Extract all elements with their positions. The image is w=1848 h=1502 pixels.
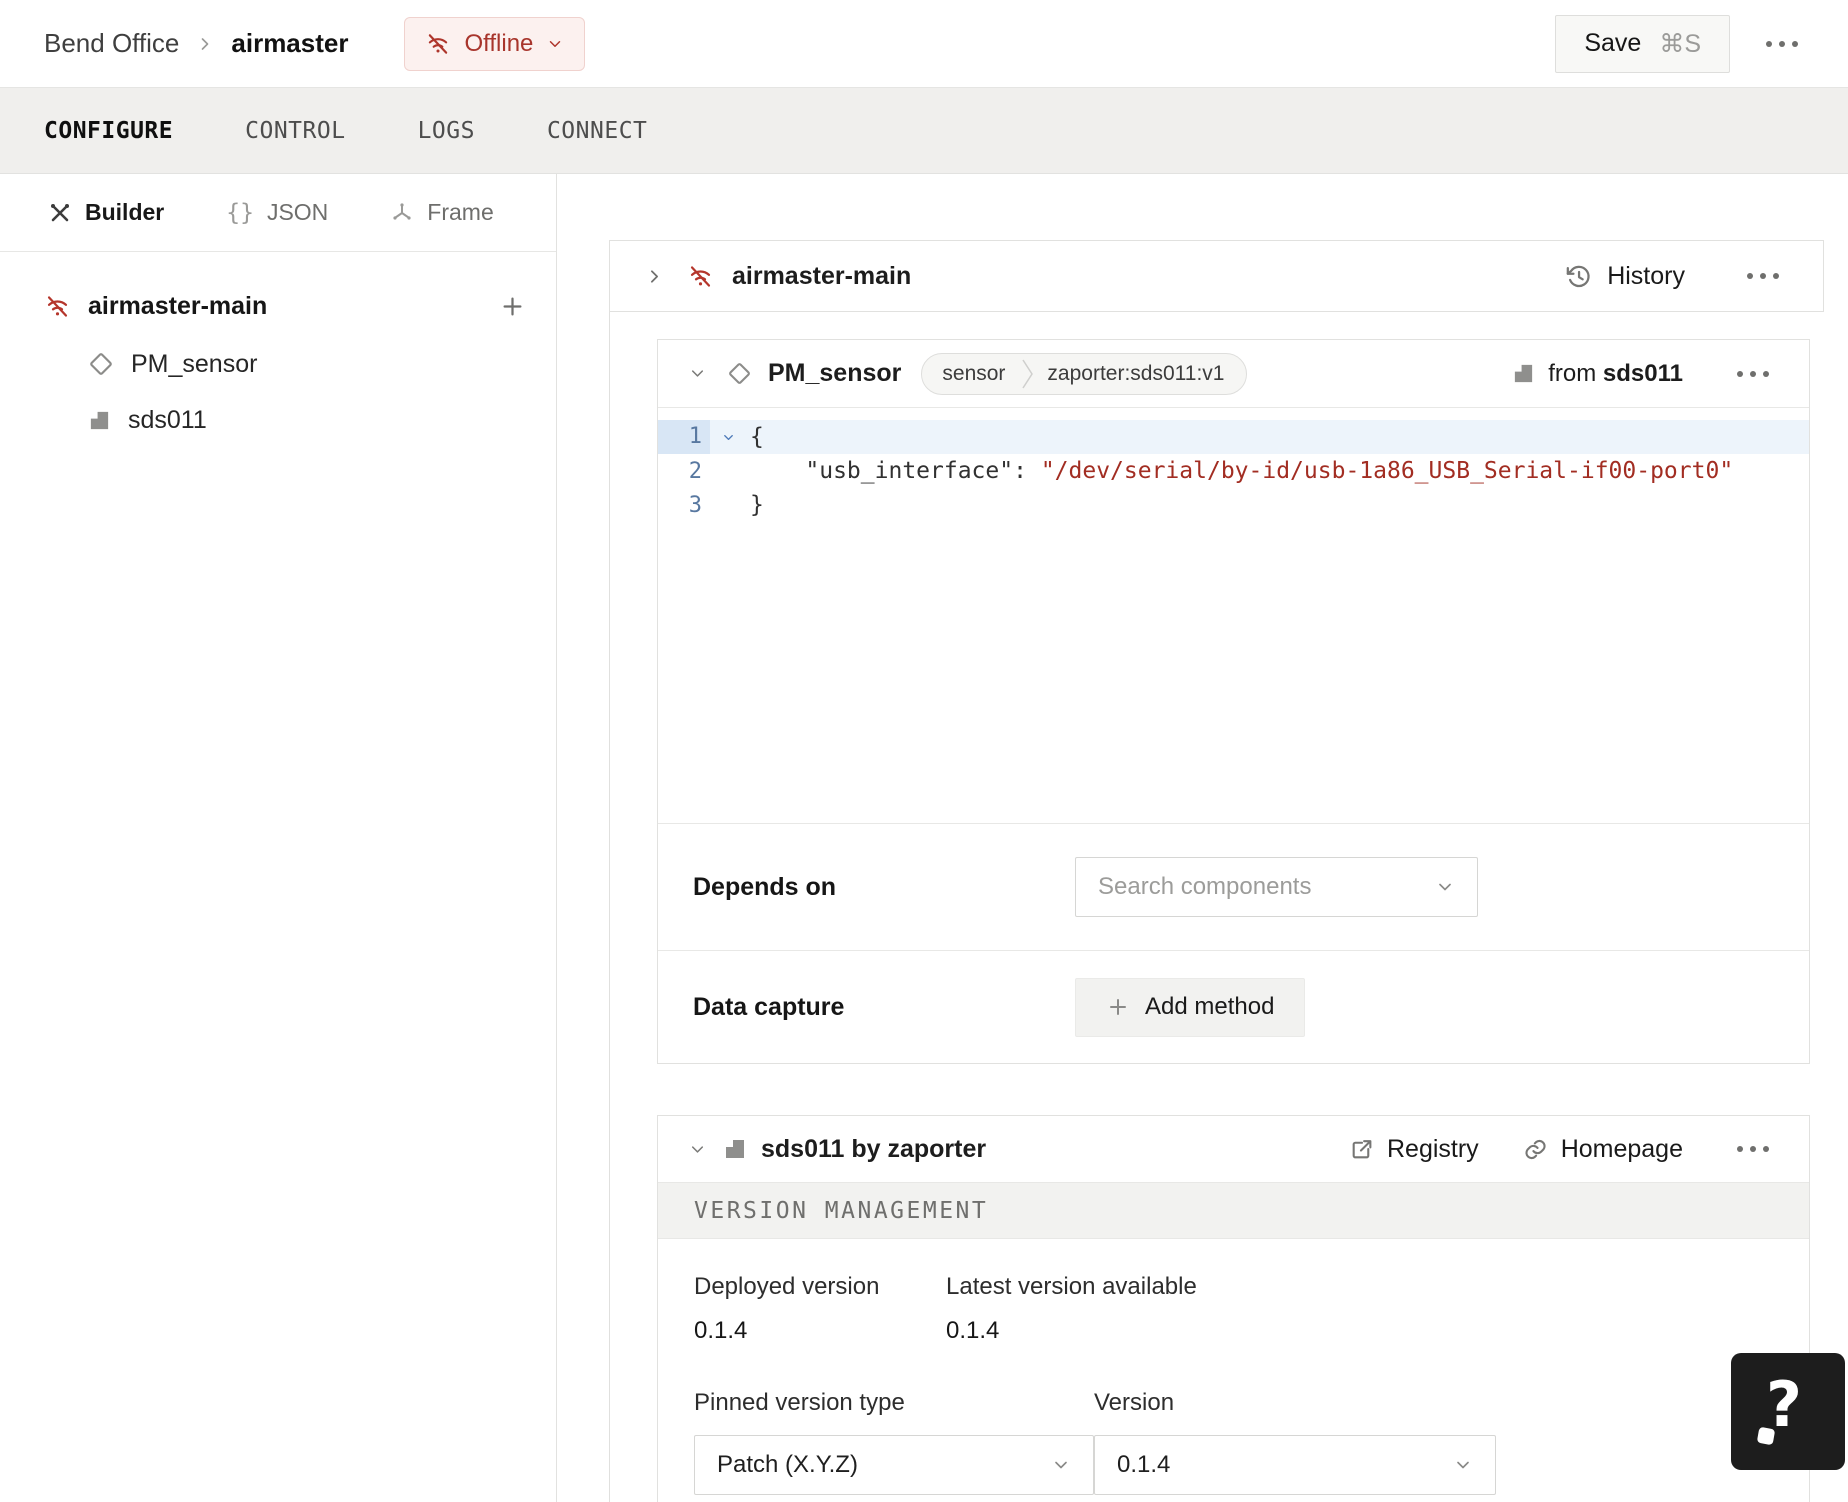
config-sidebar: Builder {} JSON Frame airmaster-main PM_… xyxy=(0,174,557,1502)
version-label: Version xyxy=(1094,1389,1175,1416)
config-mode-switcher: Builder {} JSON Frame xyxy=(0,174,556,252)
component-card-pm-sensor: PM_sensor sensor zaporter:sds011:v1 from… xyxy=(657,339,1810,1064)
module-icon xyxy=(1512,362,1535,385)
version-management-body: Deployed version Latest version availabl… xyxy=(658,1239,1809,1502)
component-menu-button[interactable] xyxy=(1727,361,1779,387)
badge-divider-chevron-icon xyxy=(1021,357,1035,391)
wifi-off-icon xyxy=(687,263,714,290)
tab-logs[interactable]: LOGS xyxy=(418,118,475,144)
chevron-down-icon xyxy=(1453,1455,1473,1475)
component-type-badge: sensor zaporter:sds011:v1 xyxy=(921,352,1248,395)
save-button[interactable]: Save ⌘S xyxy=(1555,14,1730,73)
add-component-button[interactable] xyxy=(499,293,526,320)
module-title: sds011 by zaporter xyxy=(761,1134,987,1163)
collapse-chevron-icon[interactable] xyxy=(688,1140,707,1159)
card-connector-line xyxy=(609,312,610,1502)
module-card-header: sds011 by zaporter Registry Homepage xyxy=(658,1116,1809,1182)
machine-menu-button[interactable] xyxy=(1756,31,1808,57)
top-bar: Bend Office airmaster Offline Save ⌘S xyxy=(0,0,1848,88)
part-card-airmaster-main: airmaster-main History xyxy=(609,240,1824,312)
badge-model: zaporter:sds011:v1 xyxy=(1047,361,1225,385)
component-tree: airmaster-main PM_sensor sds011 xyxy=(0,252,556,448)
question-bubble-icon: ? xyxy=(1756,1368,1820,1448)
component-diamond-icon xyxy=(88,351,114,377)
link-icon xyxy=(1523,1137,1548,1162)
data-capture-row: Data capture Add method xyxy=(658,950,1809,1063)
pinned-version-type-label: Pinned version type xyxy=(694,1389,905,1416)
tab-configure[interactable]: CONFIGURE xyxy=(44,118,173,144)
code-string-value: "/dev/serial/by-id/usb-1a86_USB_Serial-i… xyxy=(1040,458,1734,484)
history-button[interactable]: History xyxy=(1565,262,1685,291)
tab-control[interactable]: CONTROL xyxy=(245,118,345,144)
breadcrumb-location[interactable]: Bend Office xyxy=(44,28,179,59)
pinned-version-type-select[interactable]: Patch (X.Y.Z) xyxy=(694,1435,1094,1495)
external-link-icon xyxy=(1349,1137,1374,1162)
machine-config-page: Bend Office airmaster Offline Save ⌘S CO… xyxy=(0,0,1848,1502)
latest-version-value: 0.1.4 xyxy=(946,1317,1000,1344)
tab-connect[interactable]: CONNECT xyxy=(547,118,647,144)
latest-version-label: Latest version available xyxy=(946,1273,1197,1300)
tree-item-pm-sensor[interactable]: PM_sensor xyxy=(0,336,556,392)
braces-icon: {} xyxy=(226,199,254,226)
mode-json[interactable]: {} JSON xyxy=(226,199,328,226)
save-shortcut: ⌘S xyxy=(1659,29,1701,58)
component-title: PM_sensor xyxy=(768,359,902,387)
component-diamond-icon xyxy=(727,361,752,386)
add-method-button[interactable]: Add method xyxy=(1075,977,1306,1037)
homepage-link[interactable]: Homepage xyxy=(1523,1135,1683,1164)
depends-on-label: Depends on xyxy=(693,872,837,901)
code-line: 3 } xyxy=(688,492,764,518)
save-label: Save xyxy=(1584,29,1642,57)
attributes-code-editor[interactable]: 1 { 2 "usb_interface": "/dev/serial/by-i… xyxy=(658,408,1809,823)
badge-type: sensor xyxy=(942,361,1006,385)
code-line: 2 "usb_interface": "/dev/serial/by-id/us… xyxy=(688,458,1734,484)
breadcrumb-machine-name: airmaster xyxy=(231,28,349,58)
frame-axes-icon xyxy=(390,201,414,225)
help-widget-button[interactable]: ? xyxy=(1731,1353,1845,1470)
code-key: "usb_interface" xyxy=(750,458,1014,484)
depends-on-select[interactable]: Search components xyxy=(1075,857,1478,917)
part-menu-button[interactable] xyxy=(1737,263,1789,289)
code-line: 1 { xyxy=(658,420,1809,454)
chevron-down-icon xyxy=(546,35,564,53)
plus-icon xyxy=(1106,995,1130,1019)
module-menu-button[interactable] xyxy=(1727,1136,1779,1162)
status-label: Offline xyxy=(464,29,534,57)
registry-link[interactable]: Registry xyxy=(1349,1135,1479,1164)
module-icon xyxy=(88,409,111,432)
tree-item-part[interactable]: airmaster-main xyxy=(0,276,556,336)
breadcrumb-chevron-icon xyxy=(195,34,215,54)
part-title: airmaster-main xyxy=(732,261,912,290)
fold-chevron-icon[interactable] xyxy=(710,430,746,445)
version-management-header: VERSION MANAGEMENT xyxy=(658,1182,1809,1239)
deployed-version-label: Deployed version xyxy=(694,1273,880,1300)
machine-tabs: CONFIGURE CONTROL LOGS CONNECT xyxy=(0,88,1848,174)
machine-status-dropdown[interactable]: Offline xyxy=(404,16,586,71)
data-capture-label: Data capture xyxy=(693,992,845,1021)
component-card-header: PM_sensor sensor zaporter:sds011:v1 from… xyxy=(658,340,1809,408)
tree-part-label: airmaster-main xyxy=(88,291,268,320)
module-card-sds011: sds011 by zaporter Registry Homepage VER… xyxy=(657,1115,1810,1502)
from-module-link[interactable]: from sds011 xyxy=(1512,360,1683,388)
depends-on-row: Depends on Search components xyxy=(658,823,1809,950)
wifi-off-icon xyxy=(44,293,71,320)
history-icon xyxy=(1565,263,1592,290)
wifi-off-icon xyxy=(425,31,451,57)
mode-builder[interactable]: Builder xyxy=(48,199,164,226)
mode-frame[interactable]: Frame xyxy=(390,199,494,226)
chevron-down-icon xyxy=(1051,1455,1071,1475)
module-icon xyxy=(723,1137,747,1161)
tools-icon xyxy=(48,201,72,225)
config-main-panel: airmaster-main History PM_sensor sensor … xyxy=(557,174,1848,1502)
version-select[interactable]: 0.1.4 xyxy=(1094,1435,1496,1495)
chevron-down-icon xyxy=(1435,877,1455,897)
collapse-chevron-icon[interactable] xyxy=(688,364,707,383)
deployed-version-value: 0.1.4 xyxy=(694,1317,748,1344)
expand-chevron-icon[interactable] xyxy=(644,266,665,287)
tree-item-sds011[interactable]: sds011 xyxy=(0,392,556,448)
